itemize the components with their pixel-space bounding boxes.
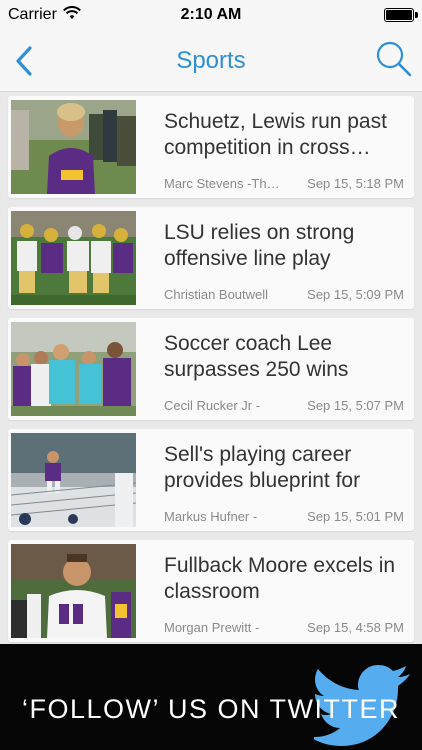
article-headline: Sell's playing career provides blueprint… [164,443,361,492]
page-title: Sports [176,46,246,74]
article-byline: Markus Hufner - [164,509,258,524]
navigation-bar: Sports [0,30,422,92]
article-card[interactable]: Soccer coach Lee surpasses 250 wins Ceci… [8,318,414,420]
article-meta: Christian Boutwell Sep 15, 5:09 PM [164,287,404,302]
article-thumbnail [11,433,136,527]
article-card[interactable]: LSU relies on strong offensive line play… [8,207,414,309]
article-date: Sep 15, 5:01 PM [307,509,404,524]
article-date: Sep 15, 5:18 PM [307,176,404,191]
article-meta: Markus Hufner - Sep 15, 5:01 PM [164,509,404,524]
article-date: Sep 15, 5:09 PM [307,287,404,302]
news-feed[interactable]: Schuetz, Lewis run past competition in c… [0,92,422,644]
article-byline: Morgan Prewitt - [164,620,260,635]
article-byline: Christian Boutwell [164,287,269,302]
article-headline: LSU relies on strong offensive line play [164,221,355,270]
article-card[interactable]: Fullback Moore excels in classroom Morga… [8,540,414,642]
article-headline: Fullback Moore excels in classroom [164,554,396,603]
article-date: Sep 15, 4:58 PM [307,620,404,635]
article-meta: Marc Stevens -The Daily Reveille Sep 15,… [164,176,404,191]
chevron-left-icon [16,46,32,76]
article-thumbnail [11,544,136,638]
article-date: Sep 15, 5:07 PM [307,398,404,413]
article-headline: Schuetz, Lewis run past competition in c… [164,110,387,159]
article-thumbnail [11,211,136,305]
battery-icon [384,8,418,22]
twitter-ad-banner[interactable]: ‘FOLLOW’ US ON TWITTER [0,644,422,750]
back-button[interactable] [12,45,40,77]
carrier-name: Carrier [8,6,57,23]
article-thumbnail [11,322,136,416]
article-headline: Soccer coach Lee surpasses 250 wins [164,332,349,381]
search-button[interactable] [374,40,414,80]
ad-text: ‘FOLLOW’ US ON TWITTER [22,694,401,724]
article-meta: Morgan Prewitt - Sep 15, 4:58 PM [164,620,404,635]
wifi-icon [62,5,81,25]
status-bar: Carrier 2:10 AM [0,0,422,30]
article-card[interactable]: Schuetz, Lewis run past competition in c… [8,96,414,198]
article-byline: Marc Stevens -The Daily Reveille [164,176,282,191]
article-thumbnail [11,100,136,194]
search-icon [376,41,412,77]
article-byline: Cecil Rucker Jr - [164,398,261,413]
article-meta: Cecil Rucker Jr - Sep 15, 5:07 PM [164,398,404,413]
carrier-info: Carrier [8,5,81,25]
article-card[interactable]: Sell's playing career provides blueprint… [8,429,414,531]
